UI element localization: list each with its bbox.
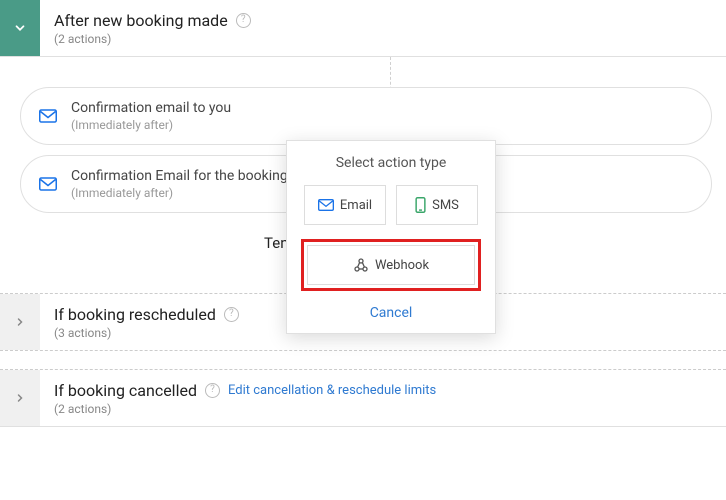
mail-icon	[39, 177, 57, 191]
webhook-icon	[353, 257, 369, 273]
trigger-toggle-rescheduled[interactable]	[0, 294, 40, 350]
trigger-toggle-cancelled[interactable]	[0, 370, 40, 426]
mail-icon	[39, 109, 57, 123]
phone-icon	[415, 197, 426, 213]
action-title: Confirmation Email for the booking	[71, 168, 288, 184]
option-email[interactable]: Email	[304, 185, 386, 225]
help-icon[interactable]: ?	[205, 383, 220, 398]
option-sms[interactable]: SMS	[396, 185, 478, 225]
trigger-toggle-new-booking[interactable]	[0, 0, 40, 56]
option-label: Webhook	[375, 258, 429, 273]
select-action-type-modal: Select action type Email SMS Webh	[286, 140, 496, 334]
trigger-new-booking: After new booking made ? (2 actions)	[0, 0, 726, 57]
chevron-right-icon	[14, 392, 26, 404]
cancel-link[interactable]: Cancel	[299, 305, 483, 321]
help-icon[interactable]: ?	[236, 13, 251, 28]
trigger-sub: (2 actions)	[54, 402, 712, 416]
option-webhook[interactable]: Webhook	[307, 245, 475, 285]
trigger-title: If booking cancelled	[54, 381, 197, 400]
action-confirmation-to-you[interactable]: Confirmation email to you (Immediately a…	[20, 87, 712, 145]
option-label: Email	[340, 198, 372, 213]
option-label: SMS	[432, 198, 459, 213]
chevron-down-icon	[13, 21, 27, 35]
trigger-title: If booking rescheduled	[54, 305, 216, 324]
action-sub: (Immediately after)	[71, 118, 231, 132]
modal-title: Select action type	[299, 155, 483, 171]
option-webhook-highlight: Webhook	[301, 239, 481, 291]
action-title: Confirmation email to you	[71, 100, 231, 116]
help-icon[interactable]: ?	[224, 307, 239, 322]
trigger-sub: (2 actions)	[54, 32, 712, 46]
action-sub: (Immediately after)	[71, 186, 288, 200]
trigger-cancelled: If booking cancelled ? Edit cancellation…	[0, 369, 726, 427]
chevron-right-icon	[14, 316, 26, 328]
trigger-title: After new booking made	[54, 11, 228, 30]
mail-icon	[318, 199, 334, 211]
edit-cancellation-link[interactable]: Edit cancellation & reschedule limits	[228, 383, 436, 398]
